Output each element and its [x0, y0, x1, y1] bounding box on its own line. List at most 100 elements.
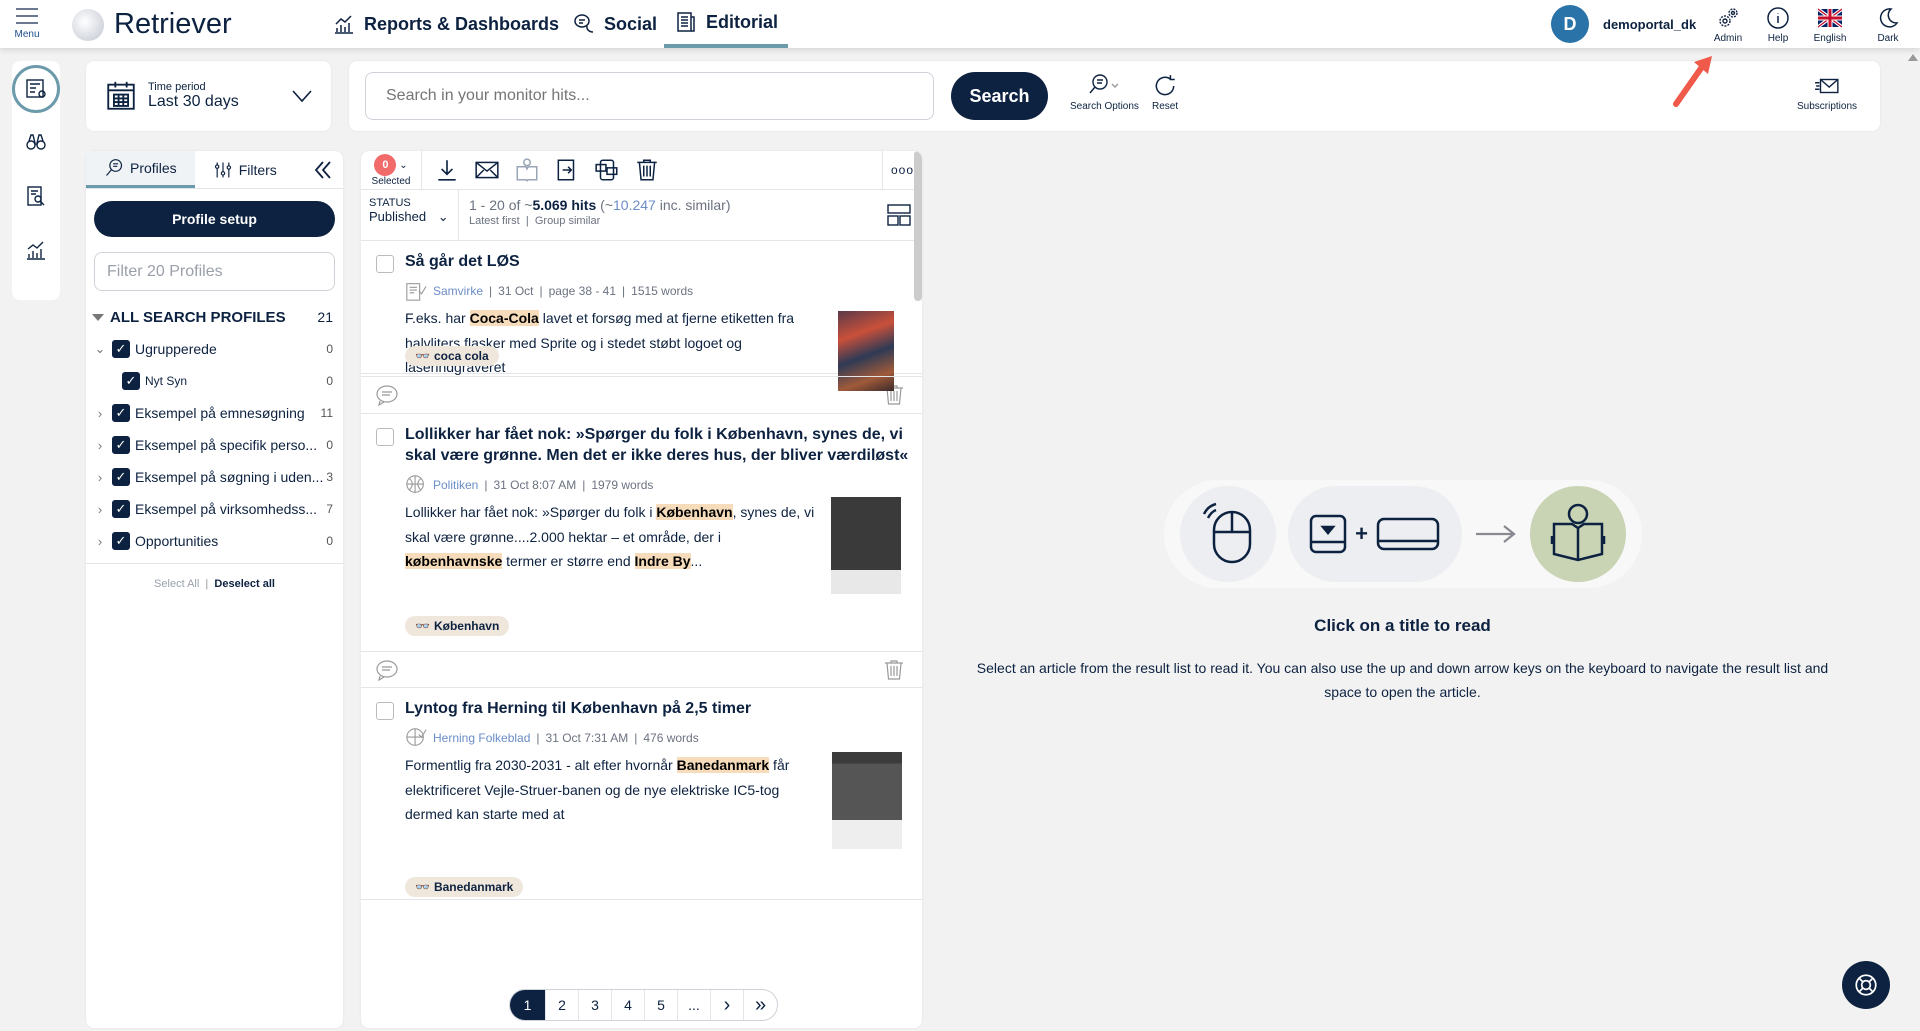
profile-group[interactable]: › ✓ Opportunities 0 — [86, 525, 343, 557]
profile-group[interactable]: ⌄ ✓ Ugrupperede 0 — [86, 333, 343, 365]
search-options-button[interactable]: Search Options — [1070, 73, 1139, 112]
time-period-select[interactable]: Time period Last 30 days — [86, 61, 331, 131]
help-button[interactable]: Help — [1753, 6, 1803, 44]
article-checkbox[interactable] — [376, 702, 394, 720]
language-button[interactable]: English — [1805, 6, 1855, 44]
nav-editorial[interactable]: Editorial — [664, 0, 789, 48]
sort-link[interactable]: Latest first — [469, 215, 520, 227]
tab-profiles[interactable]: Profiles — [86, 151, 195, 188]
article-words: 1515 words — [631, 284, 694, 298]
checkbox-checked[interactable]: ✓ — [112, 436, 130, 454]
profile-group[interactable]: › ✓ Eksempel på søgning i uden... 3 — [86, 461, 343, 493]
brand-name: Retriever — [114, 8, 232, 40]
article-date: 31 Oct — [498, 284, 534, 298]
filter-profiles-input[interactable]: Filter 20 Profiles — [94, 252, 335, 291]
article-title[interactable]: Så går det LØS — [405, 241, 922, 272]
user-menu[interactable]: Ddemoportal_dk — [1551, 5, 1696, 43]
rail-analytics[interactable] — [17, 231, 55, 269]
deselect-all-link[interactable]: Deselect all — [214, 578, 275, 590]
hits-count: 5.069 hits — [532, 197, 597, 213]
group-similar-link[interactable]: Group similar — [535, 215, 600, 227]
search-options-label: Search Options — [1070, 101, 1139, 112]
checkbox-checked[interactable]: ✓ — [112, 532, 130, 550]
article-title[interactable]: Lyntog fra Herning til København på 2,5 … — [405, 688, 922, 719]
checkbox-checked[interactable]: ✓ — [122, 372, 140, 390]
profile-setup-button[interactable]: Profile setup — [94, 201, 335, 237]
page-4[interactable]: 4 — [612, 990, 645, 1020]
download-icon[interactable] — [434, 157, 460, 183]
collapse-panel-button[interactable] — [303, 151, 343, 188]
profile-tag[interactable]: 👓 Banedanmark — [405, 876, 524, 897]
search-button[interactable]: Search — [951, 72, 1048, 120]
article-source[interactable]: Samvirke — [433, 284, 483, 298]
checkbox-checked[interactable]: ✓ — [112, 340, 130, 358]
username: demoportal_dk — [1603, 16, 1697, 32]
checkbox-checked[interactable]: ✓ — [112, 404, 130, 422]
profile-group[interactable]: › ✓ Eksempel på virksomhedss... 7 — [86, 493, 343, 525]
article-thumbnail[interactable] — [832, 752, 902, 849]
article-title[interactable]: Lollikker har fået nok: »Spørger du folk… — [405, 414, 922, 466]
profile-group[interactable]: › ✓ Eksempel på specifik perso... 0 — [86, 429, 343, 461]
rail-binoculars[interactable] — [17, 123, 55, 161]
status-value: Published — [369, 209, 427, 224]
trash-icon[interactable] — [634, 157, 660, 183]
share-device-icon[interactable] — [594, 157, 620, 183]
checkbox-checked[interactable]: ✓ — [112, 468, 130, 486]
hamburger-icon — [16, 8, 38, 24]
help-widget-button[interactable] — [1842, 961, 1890, 1009]
reset-button[interactable]: Reset — [1152, 73, 1178, 112]
last-page-button[interactable]: » — [744, 990, 777, 1020]
article-checkbox[interactable] — [376, 428, 394, 446]
rail-monitor-settings[interactable] — [12, 65, 60, 113]
snippet-text: F.eks. har — [405, 310, 470, 326]
results-scrollbar[interactable] — [914, 151, 922, 301]
profile-tag[interactable]: 👓 coca cola — [405, 346, 499, 366]
layout-toggle-icon[interactable] — [886, 203, 912, 227]
snippet-text: Lollikker har fået nok: »Spørger du folk… — [405, 504, 657, 520]
brand-logo[interactable]: Retriever — [72, 8, 232, 41]
rail-reports[interactable] — [17, 177, 55, 215]
export-icon[interactable] — [554, 157, 580, 183]
subscriptions-button[interactable]: Subscriptions — [1797, 73, 1857, 112]
uk-flag-icon — [1818, 7, 1842, 29]
next-page-button[interactable]: › — [711, 990, 744, 1020]
profile-tag[interactable]: 👓 København — [405, 615, 510, 636]
search-input[interactable] — [365, 72, 934, 120]
checkbox-checked[interactable]: ✓ — [112, 500, 130, 518]
scroll-up-icon[interactable] — [1907, 54, 1918, 61]
reader-icon[interactable] — [514, 157, 540, 183]
page-scrollbar[interactable] — [1905, 48, 1920, 1031]
article-source[interactable]: Politiken — [433, 478, 478, 492]
profile-item[interactable]: ✓ Nyt Syn 0 — [86, 365, 343, 397]
sliders-icon — [214, 162, 231, 177]
selected-dropdown[interactable]: 0 ⌄ Selected — [361, 151, 422, 190]
profile-group[interactable]: › ✓ Eksempel på emnesøgning 11 — [86, 397, 343, 429]
comment-icon[interactable] — [375, 658, 399, 682]
admin-button[interactable]: Admin — [1703, 6, 1753, 44]
comment-icon[interactable] — [375, 383, 399, 407]
trash-icon[interactable] — [882, 658, 906, 682]
article-source[interactable]: Herning Folkeblad — [433, 731, 530, 745]
all-search-profiles[interactable]: ALL SEARCH PROFILES 21 — [86, 301, 343, 333]
page-ellipsis[interactable]: ... — [678, 990, 711, 1020]
email-icon[interactable] — [474, 157, 500, 183]
profile-count: 0 — [326, 534, 333, 548]
page-3[interactable]: 3 — [579, 990, 612, 1020]
tab-filters[interactable]: Filters — [195, 151, 295, 188]
article-thumbnail[interactable] — [831, 497, 901, 594]
page-2[interactable]: 2 — [546, 990, 579, 1020]
status-dropdown[interactable]: STATUS Published ⌄ — [361, 190, 459, 240]
article-item[interactable]: Lollikker har fået nok: »Spørger du folk… — [361, 414, 922, 651]
menu-button[interactable]: Menu — [12, 6, 42, 40]
article-item[interactable]: Lyntog fra Herning til København på 2,5 … — [361, 688, 922, 900]
page-5[interactable]: 5 — [645, 990, 678, 1020]
page-1[interactable]: 1 — [510, 990, 546, 1020]
select-all-link[interactable]: Select All — [154, 578, 199, 590]
chevron-right-icon: › — [97, 501, 103, 517]
article-checkbox[interactable] — [376, 255, 394, 273]
dark-mode-button[interactable]: Dark — [1863, 6, 1913, 44]
nav-reports[interactable]: Reports & Dashboards — [328, 0, 563, 48]
admin-label: Admin — [1713, 33, 1743, 44]
nav-social[interactable]: Social — [568, 0, 661, 48]
profile-tree: ALL SEARCH PROFILES 21 ⌄ ✓ Ugrupperede 0 ✓ Ny… — [86, 301, 343, 557]
